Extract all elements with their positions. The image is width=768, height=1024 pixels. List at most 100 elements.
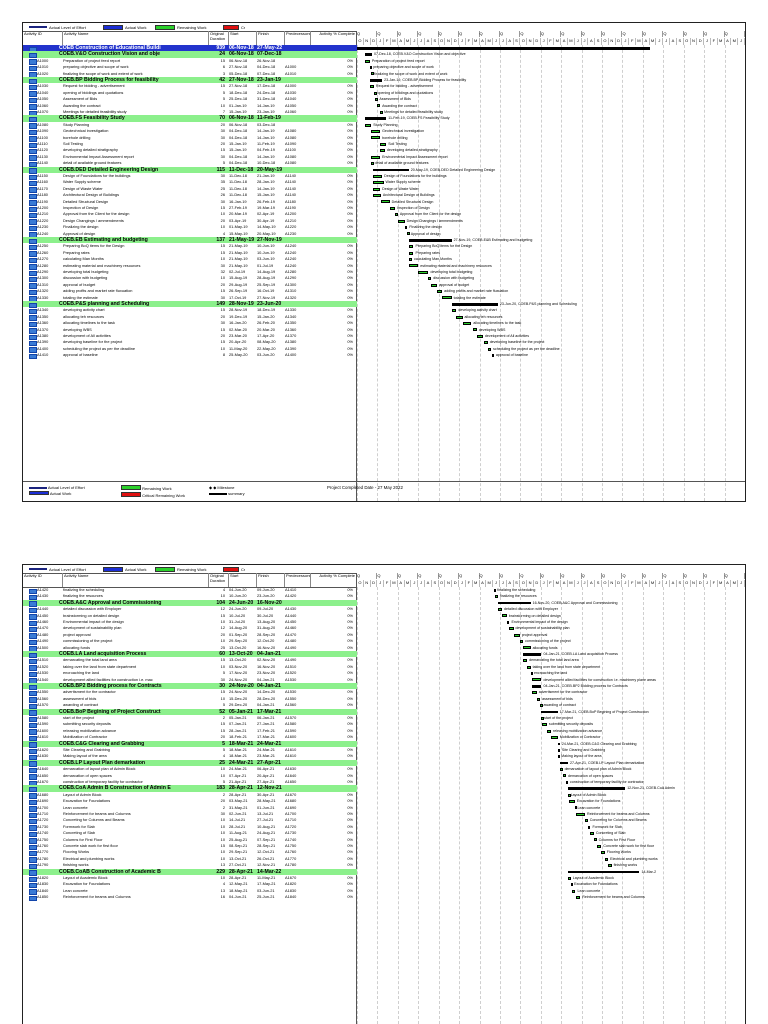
summary-bar[interactable] [531, 685, 542, 688]
remaining-work-bar[interactable] [551, 735, 558, 739]
remaining-work-bar[interactable] [531, 678, 542, 682]
remaining-work-bar[interactable] [428, 277, 432, 281]
remaining-work-bar[interactable] [565, 780, 569, 784]
remaining-work-bar[interactable] [395, 213, 398, 217]
summary-bar[interactable] [497, 601, 531, 605]
remaining-work-bar[interactable] [369, 85, 374, 89]
remaining-work-bar[interactable] [585, 819, 588, 823]
summary-bar[interactable] [523, 653, 542, 656]
remaining-work-bar[interactable] [365, 59, 370, 63]
remaining-work-bar[interactable] [407, 232, 410, 236]
remaining-work-bar[interactable] [557, 755, 561, 759]
remaining-work-bar[interactable] [390, 206, 396, 210]
remaining-work-bar[interactable] [542, 723, 547, 727]
remaining-work-bar[interactable] [593, 838, 597, 842]
remaining-work-bar[interactable] [437, 289, 443, 293]
remaining-work-bar[interactable] [372, 193, 381, 197]
remaining-work-bar[interactable] [477, 334, 483, 338]
remaining-work-bar[interactable] [372, 187, 381, 191]
remaining-work-bar[interactable] [372, 181, 384, 185]
remaining-work-bar[interactable] [523, 646, 531, 650]
col-activity-name[interactable]: Activity Name [63, 31, 209, 45]
remaining-work-bar[interactable] [462, 321, 472, 325]
remaining-work-bar[interactable] [380, 142, 387, 146]
remaining-work-bar[interactable] [369, 65, 373, 69]
remaining-work-bar[interactable] [408, 257, 413, 261]
col-complete[interactable]: Activity % Complete [311, 573, 357, 587]
remaining-work-bar[interactable] [375, 97, 378, 101]
remaining-work-bar[interactable] [575, 895, 581, 899]
remaining-work-bar[interactable] [587, 825, 591, 829]
remaining-work-bar[interactable] [372, 174, 383, 178]
remaining-work-bar[interactable] [456, 315, 463, 319]
summary-bar[interactable] [365, 117, 387, 120]
remaining-work-bar[interactable] [380, 110, 383, 114]
col-finish[interactable]: Finish [257, 573, 285, 587]
remaining-work-bar[interactable] [601, 851, 605, 855]
activity-row[interactable]: A1850 Reinforcement for beams and Columns… [23, 894, 357, 902]
remaining-work-bar[interactable] [531, 691, 537, 695]
remaining-work-bar[interactable] [570, 883, 574, 887]
remaining-work-bar[interactable] [404, 225, 408, 229]
remaining-work-bar[interactable] [374, 91, 377, 95]
remaining-work-bar[interactable] [442, 296, 452, 300]
remaining-work-bar[interactable] [572, 889, 576, 893]
remaining-work-bar[interactable] [562, 774, 566, 778]
remaining-work-bar[interactable] [506, 620, 510, 624]
col-predecessors[interactable]: Predecessors [285, 573, 311, 587]
col-start[interactable]: Start [229, 573, 257, 587]
remaining-work-bar[interactable] [523, 659, 528, 663]
remaining-work-bar[interactable] [540, 703, 543, 707]
remaining-work-bar[interactable] [519, 639, 524, 643]
remaining-work-bar[interactable] [491, 353, 495, 357]
remaining-work-bar[interactable] [501, 614, 507, 618]
col-activity-name[interactable]: Activity Name [63, 573, 209, 587]
summary-bar[interactable] [559, 761, 568, 765]
summary-bar[interactable] [557, 742, 561, 746]
col-finish[interactable]: Finish [257, 31, 285, 45]
remaining-work-bar[interactable] [483, 341, 488, 345]
col-complete[interactable]: Activity % Complete [311, 31, 357, 45]
remaining-work-bar[interactable] [472, 328, 477, 332]
remaining-work-bar[interactable] [431, 283, 438, 287]
remaining-work-bar[interactable] [488, 347, 492, 351]
col-activity-id[interactable]: Activity ID [23, 573, 63, 587]
col-original-duration[interactable]: Original Duration [209, 573, 229, 587]
col-start[interactable]: Start [229, 31, 257, 45]
remaining-work-bar[interactable] [371, 129, 381, 133]
remaining-work-bar[interactable] [590, 831, 594, 835]
remaining-work-bar[interactable] [530, 671, 534, 675]
remaining-work-bar[interactable] [509, 627, 514, 631]
summary-bar[interactable] [369, 79, 383, 82]
remaining-work-bar[interactable] [575, 812, 586, 816]
remaining-work-bar[interactable] [608, 863, 612, 867]
remaining-work-bar[interactable] [380, 200, 390, 204]
summary-bar[interactable] [357, 47, 650, 50]
remaining-work-bar[interactable] [604, 857, 609, 861]
remaining-work-bar[interactable] [371, 136, 381, 140]
remaining-work-bar[interactable] [377, 104, 381, 108]
summary-bar[interactable] [451, 303, 498, 306]
summary-bar[interactable] [568, 870, 640, 874]
remaining-work-bar[interactable] [371, 161, 374, 165]
summary-bar[interactable] [372, 168, 409, 172]
remaining-work-bar[interactable] [408, 264, 419, 268]
remaining-work-bar[interactable] [536, 697, 541, 701]
remaining-work-bar[interactable] [546, 729, 551, 733]
activity-row[interactable]: A1410 approval of baseline 8 25-May-20 03-Ju… [23, 352, 357, 360]
remaining-work-bar[interactable] [408, 245, 414, 249]
remaining-work-bar[interactable] [559, 767, 563, 771]
remaining-work-bar[interactable] [408, 251, 414, 255]
summary-bar[interactable] [408, 239, 452, 242]
remaining-work-bar[interactable] [371, 155, 381, 159]
remaining-work-bar[interactable] [380, 149, 385, 153]
remaining-work-bar[interactable] [513, 633, 520, 637]
col-activity-id[interactable]: Activity ID [23, 31, 63, 45]
col-predecessors[interactable]: Predecessors [285, 31, 311, 45]
remaining-work-bar[interactable] [493, 588, 497, 592]
col-original-duration[interactable]: Original Duration [209, 31, 229, 45]
remaining-work-bar[interactable] [418, 270, 429, 274]
remaining-work-bar[interactable] [495, 595, 498, 599]
summary-bar[interactable] [541, 710, 558, 714]
summary-bar[interactable] [568, 787, 626, 790]
